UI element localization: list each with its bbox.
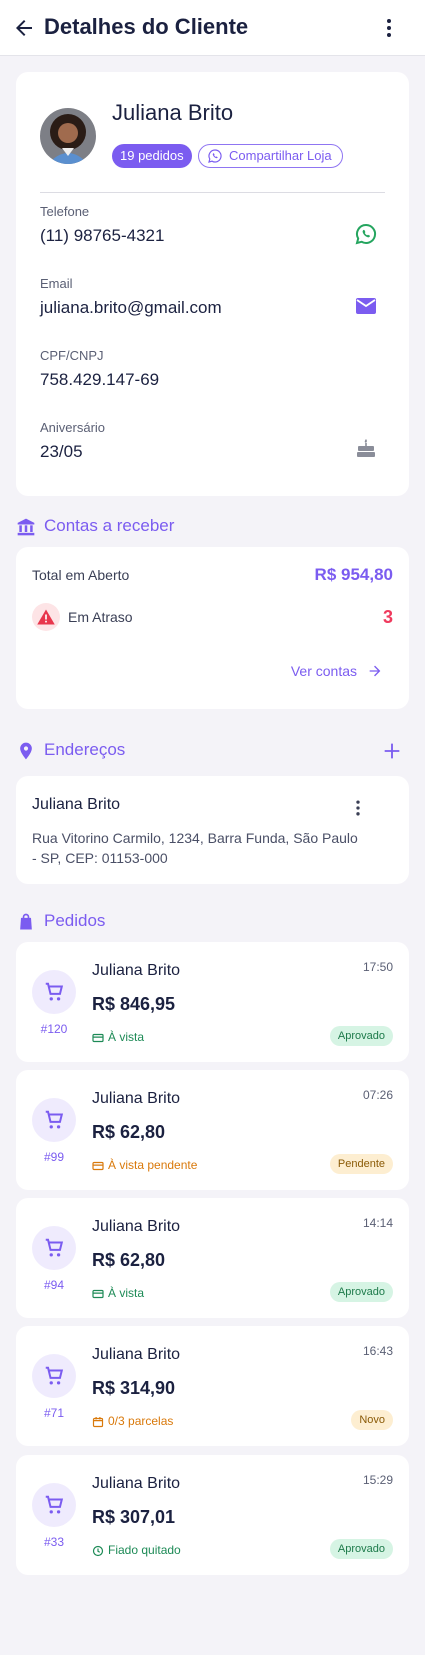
order-card[interactable]: #33 Juliana Brito 15:29 R$ 307,01 Fiado … xyxy=(16,1455,409,1575)
order-total: R$ 62,80 xyxy=(92,1250,166,1270)
address-name: Juliana Brito xyxy=(32,796,121,813)
document-label: CPF/CNPJ xyxy=(40,348,104,363)
late-label: Em Atraso xyxy=(68,609,133,625)
receivables-card: Total em Aberto R$ 954,80 Em Atraso 3 Ve… xyxy=(16,547,409,709)
cart-icon xyxy=(45,1238,64,1257)
order-card[interactable]: #94 Juliana Brito 14:14 R$ 62,80 À vista… xyxy=(16,1198,409,1318)
order-time: 15:29 xyxy=(362,1473,393,1487)
more-vertical-icon[interactable] xyxy=(348,798,368,818)
credit-card-icon xyxy=(92,1289,104,1299)
shopping-bag-icon xyxy=(20,913,32,930)
document-value: 758.429.147-69 xyxy=(40,370,160,389)
birthday-value: 23/05 xyxy=(40,442,83,461)
order-number: #120 xyxy=(40,1022,68,1036)
receivables-title: Contas a receber xyxy=(44,516,175,535)
see-accounts-link[interactable]: Ver contas xyxy=(291,663,357,679)
share-store-label: Compartilhar Loja xyxy=(229,148,332,163)
order-customer: Juliana Brito xyxy=(92,1346,181,1363)
order-time: 16:43 xyxy=(362,1344,393,1358)
avatar xyxy=(40,108,96,164)
order-total: R$ 307,01 xyxy=(92,1507,176,1527)
order-customer: Juliana Brito xyxy=(92,962,181,979)
customer-profile-card: Juliana Brito 19 pedidos Compartilhar Lo… xyxy=(16,72,409,496)
status-badge: Novo xyxy=(351,1410,393,1430)
address-text: Rua Vitorino Carmilo, 1234, Barra Funda,… xyxy=(32,830,358,866)
customer-name: Juliana Brito xyxy=(112,100,234,125)
see-accounts-label: Ver contas xyxy=(290,663,357,679)
birthday-label: Aniversário xyxy=(40,420,106,435)
order-number: #71 xyxy=(43,1406,65,1420)
order-payment: À vista xyxy=(108,1030,145,1044)
order-total: R$ 846,95 xyxy=(92,994,176,1014)
order-customer: Juliana Brito xyxy=(92,1218,181,1235)
arrow-left-icon[interactable] xyxy=(12,16,36,40)
status-badge: Pendente xyxy=(329,1154,393,1174)
order-time: 07:26 xyxy=(362,1088,393,1102)
orders-title: Pedidos xyxy=(44,911,106,930)
order-card[interactable]: #99 Juliana Brito 07:26 R$ 62,80 À vista… xyxy=(16,1070,409,1190)
status-badge: Aprovado xyxy=(329,1539,393,1559)
total-open-value: R$ 954,80 xyxy=(314,565,393,584)
order-number: #33 xyxy=(43,1535,65,1549)
cake-icon xyxy=(357,439,375,457)
more-vertical-icon[interactable] xyxy=(377,16,401,40)
add-icon[interactable] xyxy=(381,740,403,762)
address-card[interactable]: Juliana Brito Rua Vitorino Carmilo, 1234… xyxy=(16,776,409,884)
orders-count-badge[interactable]: 19 pedidos xyxy=(112,144,192,168)
order-payment: 0/3 parcelas xyxy=(108,1414,174,1428)
whatsapp-icon[interactable] xyxy=(354,222,378,246)
order-card[interactable]: #71 Juliana Brito 16:43 R$ 314,90 0/3 pa… xyxy=(16,1326,409,1446)
order-payment: À vista pendente xyxy=(108,1158,198,1172)
order-number: #94 xyxy=(43,1278,65,1292)
page-title: Detalhes do Cliente xyxy=(44,14,249,39)
order-payment: Fiado quitado xyxy=(108,1543,181,1557)
cart-icon xyxy=(45,1366,64,1385)
order-customer: Juliana Brito xyxy=(92,1090,181,1107)
calendar-icon xyxy=(92,1417,104,1428)
order-total: R$ 314,90 xyxy=(92,1378,176,1398)
phone-label: Telefone xyxy=(40,204,90,219)
status-badge: Aprovado xyxy=(329,1282,393,1302)
cart-icon xyxy=(45,982,64,1001)
cart-icon xyxy=(45,1495,64,1514)
cart-icon xyxy=(45,1110,64,1129)
location-pin-icon xyxy=(20,742,32,760)
warning-badge xyxy=(32,603,60,631)
late-count: 3 xyxy=(382,607,393,627)
credit-card-icon xyxy=(92,1033,104,1043)
share-store-button[interactable]: Compartilhar Loja xyxy=(198,144,343,168)
order-payment: À vista xyxy=(108,1286,145,1300)
total-open-label: Total em Aberto xyxy=(32,567,130,583)
addresses-title: Endereços xyxy=(44,740,126,759)
order-time: 17:50 xyxy=(362,960,393,974)
order-time: 14:14 xyxy=(362,1216,393,1230)
order-card[interactable]: #120 Juliana Brito 17:50 R$ 846,95 À vis… xyxy=(16,942,409,1062)
phone-value: (11) 98765-4321 xyxy=(40,226,165,245)
order-total: R$ 62,80 xyxy=(92,1122,166,1142)
order-number: #99 xyxy=(43,1150,65,1164)
bank-icon xyxy=(17,518,35,536)
credit-card-icon xyxy=(92,1161,104,1171)
alert-triangle-icon xyxy=(37,609,55,625)
status-badge: Aprovado xyxy=(329,1026,393,1046)
divider xyxy=(40,192,385,193)
arrow-right-icon[interactable] xyxy=(367,663,383,679)
email-label: Email xyxy=(40,276,73,291)
whatsapp-icon xyxy=(208,149,222,163)
mail-icon[interactable] xyxy=(354,294,378,318)
app-bar: Detalhes do Cliente xyxy=(0,0,425,56)
order-customer: Juliana Brito xyxy=(92,1475,181,1492)
email-value: juliana.brito@gmail.com xyxy=(40,298,222,317)
clock-icon xyxy=(92,1545,104,1557)
